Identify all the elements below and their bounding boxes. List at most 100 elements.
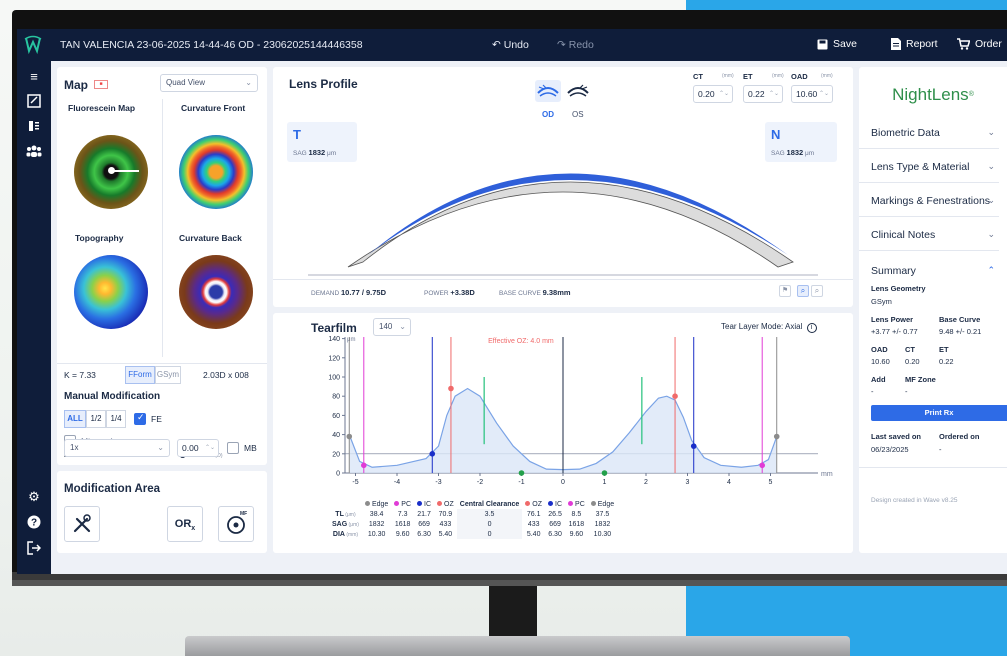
- modification-area-panel: Modification Area ORx MF: [57, 471, 267, 553]
- mb-checkbox[interactable]: [227, 442, 239, 454]
- lens-profile-drawing: [308, 173, 818, 276]
- increment-select[interactable]: 1x ⌄: [64, 439, 170, 457]
- redo-button[interactable]: ↷ Redo: [557, 39, 594, 51]
- undo-button[interactable]: ↶ Undo: [492, 39, 529, 51]
- catalog-icon[interactable]: [26, 119, 42, 135]
- info-icon[interactable]: i: [806, 323, 817, 333]
- table-cell: 1618: [394, 520, 411, 528]
- et-summary-value: 0.22: [939, 357, 954, 366]
- table-cell: 0: [456, 519, 523, 529]
- oad-stepper[interactable]: 10.60 ⌃⌄: [791, 85, 833, 103]
- base-curve-value: 9.38mm: [542, 288, 571, 297]
- y-tick-label: 120: [328, 355, 340, 362]
- cornea-shape: [347, 181, 794, 268]
- table-cell: 5.40: [526, 530, 541, 538]
- redo-icon: ↷: [557, 39, 566, 51]
- accordion-label: Clinical Notes: [871, 229, 936, 241]
- print-rx-button[interactable]: Print Rx: [871, 405, 1007, 421]
- seg-quarter-button[interactable]: 1/4: [106, 410, 126, 428]
- y-tick-label: 100: [328, 375, 340, 382]
- geometry-label: Lens Geometry: [871, 284, 926, 293]
- curvature-back-map[interactable]: [179, 255, 253, 329]
- report-button[interactable]: Report: [891, 38, 938, 50]
- row-label: TL (μm): [329, 509, 362, 519]
- settings-gear-icon[interactable]: ⚙: [26, 489, 42, 505]
- fform-toggle[interactable]: FForm: [125, 366, 155, 384]
- flag-button[interactable]: ⚑: [779, 285, 791, 297]
- zoom-out-button[interactable]: ⌕: [811, 285, 823, 297]
- y-tick-label: 20: [332, 451, 340, 458]
- row-label-text: TL: [335, 510, 344, 518]
- curvature-front-map[interactable]: [179, 135, 253, 209]
- data-point: [361, 462, 367, 469]
- report-label: Report: [906, 38, 938, 50]
- mf-zone-value: -: [905, 387, 908, 396]
- gsym-toggle[interactable]: GSym: [155, 366, 181, 384]
- table-cell: 21.7: [417, 510, 431, 518]
- et-value: 0.22: [748, 89, 765, 99]
- data-point: [429, 451, 436, 457]
- brand-name: NightLens: [892, 85, 969, 104]
- view-select[interactable]: Quad View ⌄: [160, 74, 258, 92]
- patients-icon[interactable]: [26, 144, 42, 160]
- col-header-label: Edge: [371, 500, 389, 508]
- power: POWER +3.38D: [424, 288, 475, 297]
- orx-sub: x: [191, 525, 196, 533]
- curv-back-label: Curvature Back: [179, 233, 242, 243]
- tools-button[interactable]: [64, 506, 100, 542]
- accordion-summary[interactable]: Summary ⌃: [859, 253, 999, 287]
- seg-all-button[interactable]: ALL: [64, 410, 86, 428]
- et-stepper[interactable]: 0.22 ⌃⌄: [743, 85, 783, 103]
- s-stepper[interactable]: 0.00 ⌃⌄: [177, 439, 219, 457]
- logout-icon[interactable]: [26, 541, 42, 557]
- oad-summary-value: 10.60: [871, 357, 890, 366]
- mf-button[interactable]: MF: [218, 506, 254, 542]
- order-button[interactable]: Order: [957, 38, 1002, 50]
- mf-target-icon: [227, 516, 245, 534]
- table-cell: 1618: [568, 520, 585, 528]
- table-row: DIA (mm) 10.30 9.60 6.30 5.40 0 5.40 6.30 9.60 10…: [329, 529, 617, 539]
- accordion-clinical-notes[interactable]: Clinical Notes ⌄: [859, 217, 999, 251]
- table-cell: 10.30: [367, 530, 386, 538]
- zoom-in-button[interactable]: ⌕: [797, 285, 809, 297]
- col-header-label: IC: [555, 500, 563, 508]
- accordion-markings[interactable]: Markings & Fenestrations ⌄: [859, 183, 999, 217]
- fe-label: FE: [151, 414, 162, 424]
- accordion-biometric[interactable]: Biometric Data ⌄: [859, 115, 999, 149]
- seg-half-button[interactable]: 1/2: [86, 410, 106, 428]
- accordion-label: Markings & Fenestrations: [871, 195, 991, 207]
- legend-dot-icon: [590, 501, 596, 507]
- menu-icon[interactable]: ≡: [26, 69, 42, 85]
- save-icon: [817, 39, 828, 49]
- accordion-label: Lens Type & Material: [871, 161, 970, 173]
- table-cell: 7.3: [397, 510, 408, 518]
- fe-checkbox[interactable]: ✓: [134, 412, 146, 425]
- x-tick-label: -3: [435, 479, 441, 486]
- topography-map[interactable]: [74, 255, 148, 329]
- meridian-handle[interactable]: [108, 167, 115, 174]
- chevron-down-icon: ⌄: [987, 161, 995, 171]
- row-unit: (μm): [343, 511, 356, 518]
- mf-zone-label: MF Zone: [905, 375, 936, 384]
- table-row: SAG (μm) 1832 1618 669 433 0 433 669 1618 1832: [329, 519, 617, 529]
- ct-stepper[interactable]: 0.20 ⌃⌄: [693, 85, 733, 103]
- quad-divider: [162, 99, 163, 357]
- fluorescein-map[interactable]: [74, 135, 148, 209]
- x-tick-label: 1: [603, 479, 607, 486]
- demand-label: DEMAND: [311, 290, 340, 297]
- os-eye-button[interactable]: [565, 80, 591, 102]
- save-button[interactable]: Save: [817, 38, 857, 50]
- manual-mod-title: Manual Modification: [64, 391, 161, 402]
- help-icon[interactable]: ?: [26, 515, 42, 531]
- design-icon[interactable]: [26, 94, 42, 110]
- row-label: SAG (μm): [329, 519, 362, 529]
- od-eye-button[interactable]: [535, 80, 561, 102]
- col-header-label: OZ: [444, 500, 454, 508]
- accordion-lens-type[interactable]: Lens Type & Material ⌄: [859, 149, 999, 183]
- data-point: [518, 470, 525, 476]
- effective-oz-label: Effective OZ: 4.0 mm: [488, 338, 554, 345]
- table-col-header: PC: [391, 499, 414, 509]
- astig-value: 2.03D x 008: [203, 370, 249, 380]
- map-badge-icon: ■: [94, 80, 108, 89]
- orx-button[interactable]: ORx: [167, 506, 203, 542]
